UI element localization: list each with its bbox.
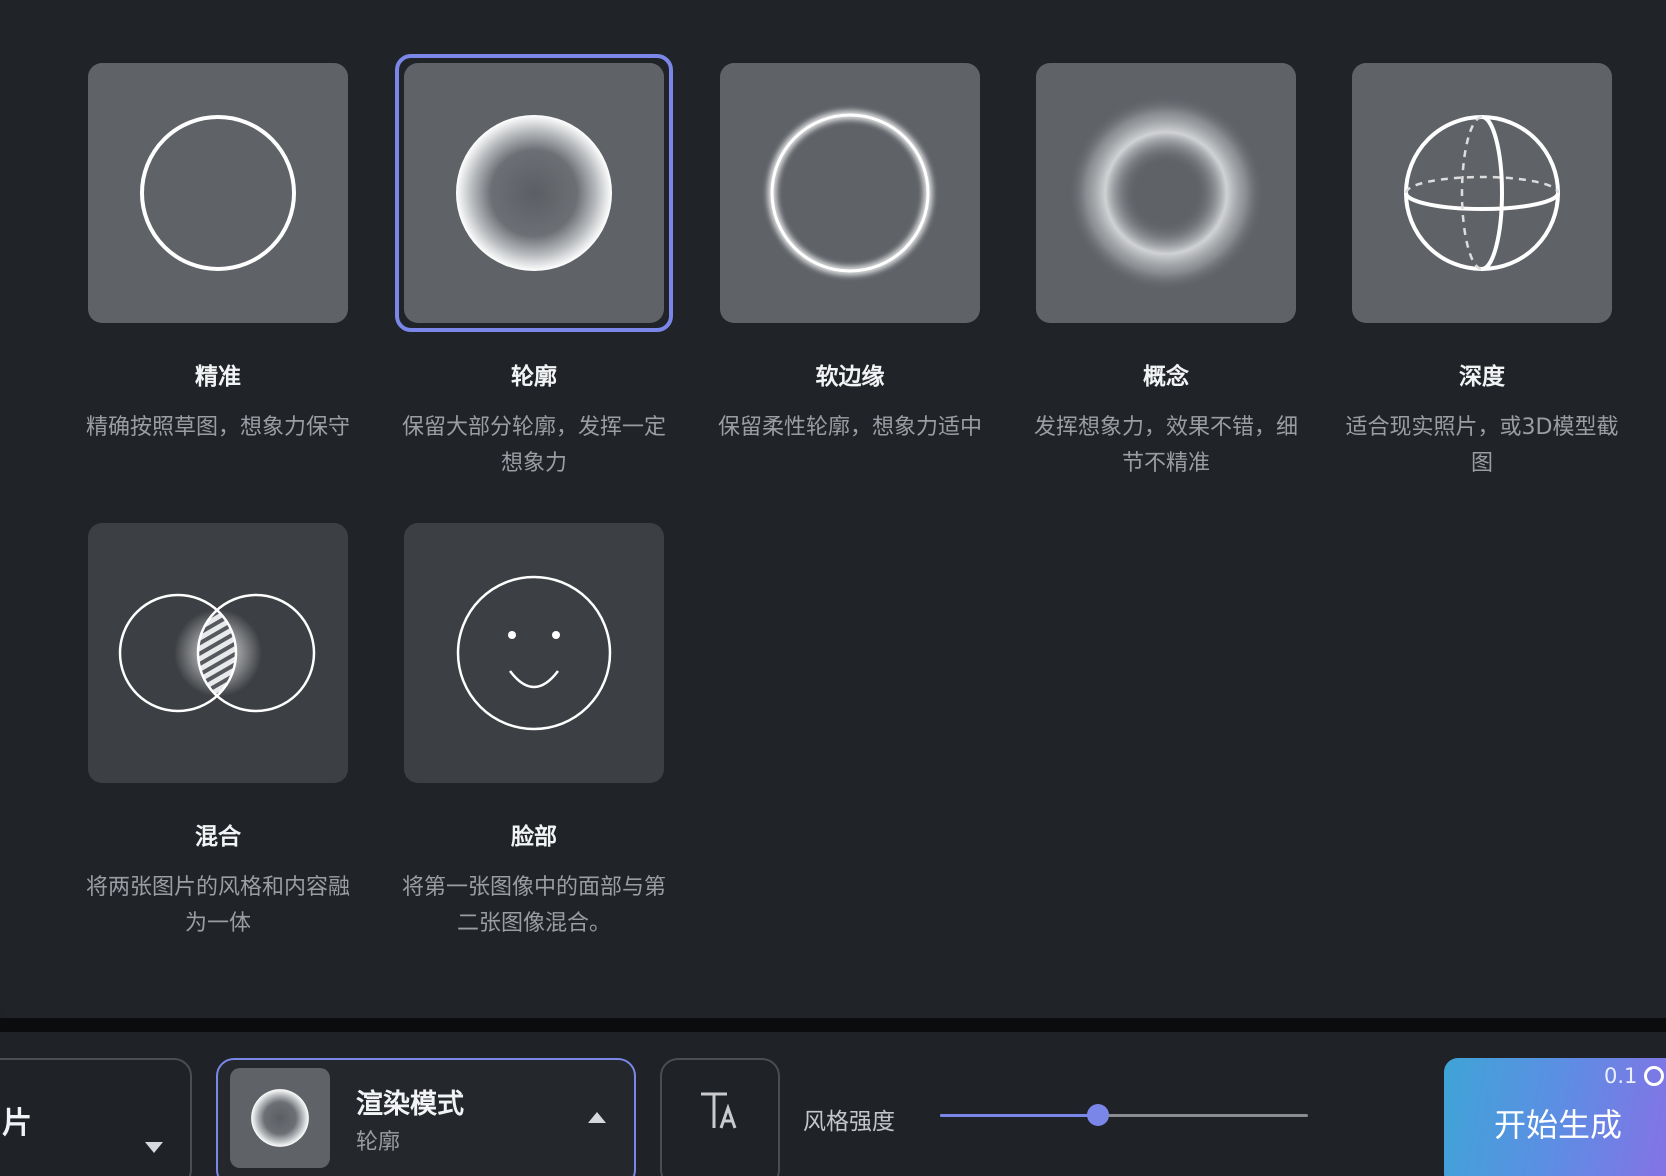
- mode-card-precise[interactable]: 精准 精确按照草图，想象力保守: [60, 54, 376, 486]
- mode-description: 保留大部分轮廓，发挥一定想象力: [401, 415, 666, 476]
- mode-thumb-frame: [711, 54, 989, 332]
- render-mode-title: 渲染模式: [356, 1089, 464, 1120]
- mode-thumb: [720, 63, 980, 323]
- mode-thumb: [88, 523, 348, 783]
- mode-title: 脸部: [511, 824, 557, 850]
- mode-title: 混合: [195, 824, 241, 850]
- mode-title: 精准: [195, 364, 241, 390]
- style-strength-label: 风格强度: [803, 1109, 895, 1135]
- mode-title: 软边缘: [815, 364, 885, 390]
- chevron-down-icon: [145, 1142, 163, 1153]
- glow-sphere-icon: [251, 1089, 309, 1147]
- smiley-icon: [456, 575, 612, 731]
- mode-thumb-frame: [395, 514, 673, 792]
- slider-fill: [940, 1114, 1099, 1117]
- thin-circle-icon: [140, 115, 296, 271]
- soft-ring-icon: [767, 110, 933, 276]
- mode-description: 保留柔性轮廓，想象力适中: [717, 415, 982, 440]
- text-size-icon: [701, 1092, 737, 1129]
- style-strength-slider[interactable]: [940, 1104, 1308, 1126]
- mode-thumb-frame: [79, 514, 357, 792]
- generate-button-label: 开始生成: [1494, 1106, 1623, 1144]
- mode-card-soft-edge[interactable]: 软边缘 保留柔性轮廓，想象力适中: [692, 54, 1008, 486]
- chevron-up-icon: [588, 1112, 606, 1123]
- bottom-toolbar: 片 渲染模式 轮廓 风格强度 0.1 开始生成: [0, 1032, 1666, 1176]
- mode-thumb: [88, 63, 348, 323]
- mode-card-depth[interactable]: 深度 适合现实照片，或3D模型截图: [1324, 54, 1640, 486]
- mode-thumb: [1036, 63, 1296, 323]
- mode-grid: 精准 精确按照草图，想象力保守 轮廓 保留大部分轮廓，发挥一定想象力 软边缘 保…: [60, 54, 1640, 946]
- mode-panel: 精准 精确按照草图，想象力保守 轮廓 保留大部分轮廓，发挥一定想象力 软边缘 保…: [0, 0, 1666, 1018]
- mode-thumb: [404, 523, 664, 783]
- mode-card-face[interactable]: 脸部 将第一张图像中的面部与第二张图像混合。: [376, 514, 692, 946]
- mode-card-contour[interactable]: 轮廓 保留大部分轮廓，发挥一定想象力: [376, 54, 692, 486]
- mode-description: 发挥想象力，效果不错，细节不精准: [1033, 415, 1298, 476]
- mode-thumb-frame: [79, 54, 357, 332]
- mode-description: 将两张图片的风格和内容融为一体: [85, 875, 350, 936]
- render-mode-dropdown[interactable]: 渲染模式 轮廓: [216, 1058, 636, 1176]
- mode-title: 轮廓: [511, 364, 557, 390]
- mode-thumb: [404, 63, 664, 323]
- render-mode-value: 轮廓: [356, 1130, 401, 1155]
- mode-title: 深度: [1459, 364, 1505, 390]
- mode-title: 概念: [1143, 364, 1189, 390]
- mode-thumb-frame: [1027, 54, 1305, 332]
- mode-description: 适合现实照片，或3D模型截图: [1345, 415, 1619, 476]
- generate-button[interactable]: 0.1 开始生成: [1444, 1058, 1666, 1176]
- coin-icon: [1644, 1066, 1664, 1086]
- mode-thumb-frame-selected: [395, 54, 673, 332]
- slider-handle[interactable]: [1087, 1104, 1110, 1126]
- mode-card-blend[interactable]: 混合 将两张图片的风格和内容融为一体: [60, 514, 376, 946]
- venn-icon: [118, 593, 316, 713]
- source-dropdown[interactable]: 片: [0, 1058, 192, 1176]
- mode-thumb-frame: [1343, 54, 1621, 332]
- globe-icon: [1404, 115, 1560, 271]
- mode-thumb: [1352, 63, 1612, 323]
- page: 精准 精确按照草图，想象力保守 轮廓 保留大部分轮廓，发挥一定想象力 软边缘 保…: [0, 0, 1666, 1176]
- mode-description: 精确按照草图，想象力保守: [85, 415, 350, 440]
- mode-card-concept[interactable]: 概念 发挥想象力，效果不错，细节不精准: [1008, 54, 1324, 486]
- text-prompt-button[interactable]: [660, 1058, 780, 1176]
- mode-description: 将第一张图像中的面部与第二张图像混合。: [401, 875, 666, 936]
- source-dropdown-label: 片: [2, 1106, 32, 1141]
- render-mode-thumb: [230, 1068, 330, 1168]
- panel-divider: [0, 1018, 1666, 1032]
- blurred-ring-icon: [1068, 95, 1264, 291]
- glow-sphere-icon: [456, 115, 612, 271]
- cost-value: 0.1: [1604, 1064, 1638, 1088]
